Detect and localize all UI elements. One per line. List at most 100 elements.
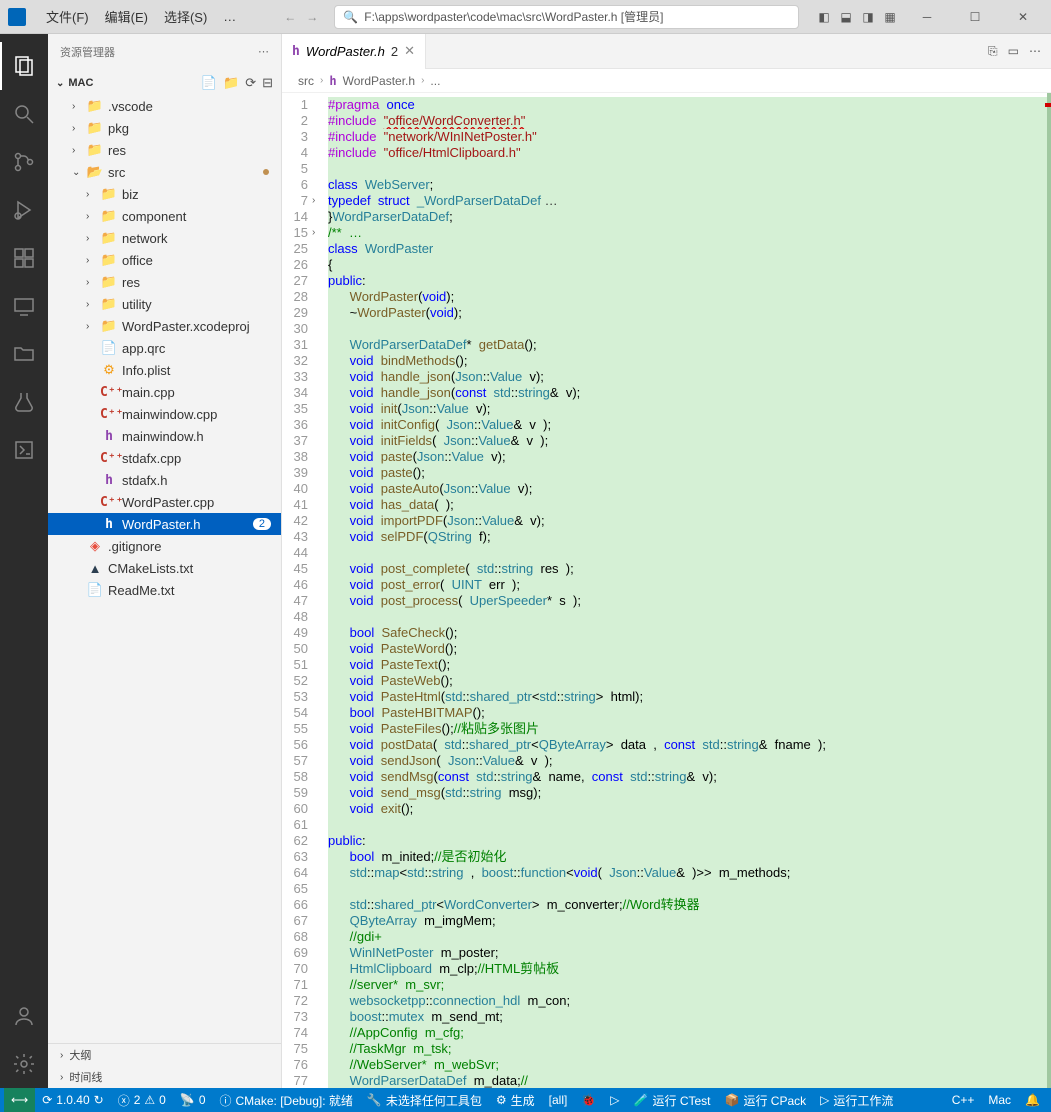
close-button[interactable]: ✕ [1003, 2, 1043, 32]
layout-bottom-icon[interactable]: ⬓ [837, 10, 855, 24]
code-editor[interactable]: 1234567141525262728293031323334353637383… [282, 93, 1051, 1088]
titlebar: 文件(F) 编辑(E) 选择(S) … ← → 🔍 F:\apps\wordpa… [0, 0, 1051, 34]
tree-file-gitignore[interactable]: ◈.gitignore [48, 535, 281, 557]
layout-grid-icon[interactable]: ▦ [881, 10, 899, 24]
more-actions-icon[interactable]: ⋯ [1029, 44, 1041, 59]
new-folder-icon[interactable]: 📁 [223, 75, 239, 91]
gear-icon: ⚙ [496, 1093, 507, 1107]
error-icon: ⓧ [118, 1092, 130, 1109]
minimap[interactable] [1043, 93, 1051, 1088]
tree-folder-vscode[interactable]: ›📁.vscode [48, 95, 281, 117]
activity-run[interactable] [0, 186, 48, 234]
editor: h WordPaster.h 2 ✕ ⎘ ▭ ⋯ src› h WordPast… [282, 34, 1051, 1088]
status-lang[interactable]: C++ [945, 1088, 982, 1112]
search-icon: 🔍 [343, 10, 358, 24]
tree-file-appqrc[interactable]: 📄app.qrc [48, 337, 281, 359]
activity-extensions[interactable] [0, 234, 48, 282]
tree-folder-res[interactable]: ›📁res [48, 139, 281, 161]
vscode-logo [8, 8, 26, 26]
tree-folder-pkg[interactable]: ›📁pkg [48, 117, 281, 139]
status-workflow[interactable]: ▷运行工作流 [813, 1088, 900, 1112]
status-build[interactable]: ⚙生成 [489, 1088, 542, 1112]
play-icon: ▷ [610, 1093, 619, 1107]
status-run[interactable]: ▷ [603, 1088, 626, 1112]
activity-testing[interactable] [0, 378, 48, 426]
status-kit[interactable]: 🔧未选择任何工具包 [360, 1088, 489, 1112]
maximize-button[interactable]: ☐ [955, 2, 995, 32]
status-remote[interactable]: ⟷ [4, 1088, 35, 1112]
layout-right-icon[interactable]: ◨ [859, 10, 877, 24]
nav-back[interactable]: ← [284, 10, 296, 24]
line-gutter: 1234567141525262728293031323334353637383… [282, 93, 328, 1088]
tree-file-mainwindowcpp[interactable]: C⁺⁺mainwindow.cpp [48, 403, 281, 425]
tree-file-cmakelists[interactable]: ▲CMakeLists.txt [48, 557, 281, 579]
tree-file-stdafxcpp[interactable]: C⁺⁺stdafx.cpp [48, 447, 281, 469]
tree-file-infoplist[interactable]: ⚙Info.plist [48, 359, 281, 381]
tree-folder-src[interactable]: ⌄📂src [48, 161, 281, 183]
file-tree: ⌄ MAC 📄 📁 ⟳ ⊟ ›📁.vscode ›📁pkg ›📁res ⌄📂sr… [48, 69, 281, 1043]
status-cmake[interactable]: ⓘCMake: [Debug]: 就绪 [213, 1088, 360, 1112]
tree-folder-xcodeproj[interactable]: ›📁WordPaster.xcodeproj [48, 315, 281, 337]
activity-explorer[interactable] [0, 42, 48, 90]
close-tab-icon[interactable]: ✕ [404, 43, 415, 59]
activity-cmake[interactable] [0, 426, 48, 474]
tree-file-wordpastercpp[interactable]: C⁺⁺WordPaster.cpp [48, 491, 281, 513]
tree-folder-office[interactable]: ›📁office [48, 249, 281, 271]
bell-icon: 🔔 [1025, 1093, 1040, 1107]
layout-left-icon[interactable]: ◧ [815, 10, 833, 24]
collapse-icon[interactable]: ⊟ [262, 75, 273, 91]
outline-section[interactable]: ›大纲 [48, 1044, 281, 1066]
tree-file-stdafxh[interactable]: hstdafx.h [48, 469, 281, 491]
activity-remote[interactable] [0, 282, 48, 330]
status-debug[interactable]: 🐞 [574, 1088, 603, 1112]
tree-file-wordpasterh[interactable]: hWordPaster.h2 [48, 513, 281, 535]
split-icon[interactable]: ▭ [1008, 44, 1019, 59]
compare-icon[interactable]: ⎘ [988, 44, 998, 59]
minimize-button[interactable]: ─ [907, 2, 947, 32]
status-problems[interactable]: ⓧ2⚠0 [111, 1088, 173, 1112]
tree-folder-utility[interactable]: ›📁utility [48, 293, 281, 315]
activity-account[interactable] [0, 992, 48, 1040]
tree-folder-network[interactable]: ›📁network [48, 227, 281, 249]
tree-folder-component[interactable]: ›📁component [48, 205, 281, 227]
activity-folder[interactable] [0, 330, 48, 378]
menu-edit[interactable]: 编辑(E) [97, 7, 156, 26]
status-ctest[interactable]: 🧪运行 CTest [627, 1088, 718, 1112]
timeline-section[interactable]: ›时间线 [48, 1066, 281, 1088]
tree-file-readme[interactable]: 📄ReadMe.txt [48, 579, 281, 601]
tree-root-mac[interactable]: ⌄ MAC 📄 📁 ⟳ ⊟ [48, 71, 281, 95]
menu-select[interactable]: 选择(S) [156, 7, 215, 26]
activity-search[interactable] [0, 90, 48, 138]
status-version[interactable]: ⟳1.0.40↻ [35, 1088, 111, 1112]
menu-more[interactable]: … [215, 9, 244, 24]
status-cpack[interactable]: 📦运行 CPack [718, 1088, 814, 1112]
tab-wordpasterh[interactable]: h WordPaster.h 2 ✕ [282, 34, 426, 69]
nav-forward[interactable]: → [306, 10, 318, 24]
new-file-icon[interactable]: 📄 [201, 75, 217, 91]
status-bar: ⟷ ⟳1.0.40↻ ⓧ2⚠0 📡0 ⓘCMake: [Debug]: 就绪 🔧… [0, 1088, 1051, 1112]
command-center[interactable]: 🔍 F:\apps\wordpaster\code\mac\src\WordPa… [334, 5, 799, 29]
sync-icon: ⟳ [42, 1093, 52, 1107]
status-notifications[interactable]: 🔔 [1018, 1088, 1047, 1112]
tree-file-maincpp[interactable]: C⁺⁺main.cpp [48, 381, 281, 403]
beaker-icon: 🧪 [634, 1093, 649, 1107]
status-os[interactable]: Mac [981, 1088, 1018, 1112]
tree-file-mainwindowh[interactable]: hmainwindow.h [48, 425, 281, 447]
refresh-icon: ↻ [94, 1093, 104, 1107]
activity-settings[interactable] [0, 1040, 48, 1088]
breadcrumb[interactable]: src› h WordPaster.h› ... [282, 69, 1051, 93]
bug-icon: 🐞 [581, 1093, 596, 1107]
status-ports[interactable]: 📡0 [173, 1088, 213, 1112]
sidebar: 资源管理器 ⋯ ⌄ MAC 📄 📁 ⟳ ⊟ ›📁.vscode ›📁pkg ›📁… [48, 34, 282, 1088]
wrench-icon: 🔧 [367, 1093, 382, 1107]
status-target[interactable]: [all] [542, 1088, 575, 1112]
sidebar-more-icon[interactable]: ⋯ [258, 45, 269, 58]
code-content[interactable]: #pragma once#include "office/WordConvert… [328, 93, 1051, 1088]
h-file-icon: h [329, 74, 336, 88]
activity-bar [0, 34, 48, 1088]
tree-folder-res2[interactable]: ›📁res [48, 271, 281, 293]
activity-scm[interactable] [0, 138, 48, 186]
menu-file[interactable]: 文件(F) [38, 7, 97, 26]
refresh-icon[interactable]: ⟳ [245, 75, 256, 91]
tree-folder-biz[interactable]: ›📁biz [48, 183, 281, 205]
